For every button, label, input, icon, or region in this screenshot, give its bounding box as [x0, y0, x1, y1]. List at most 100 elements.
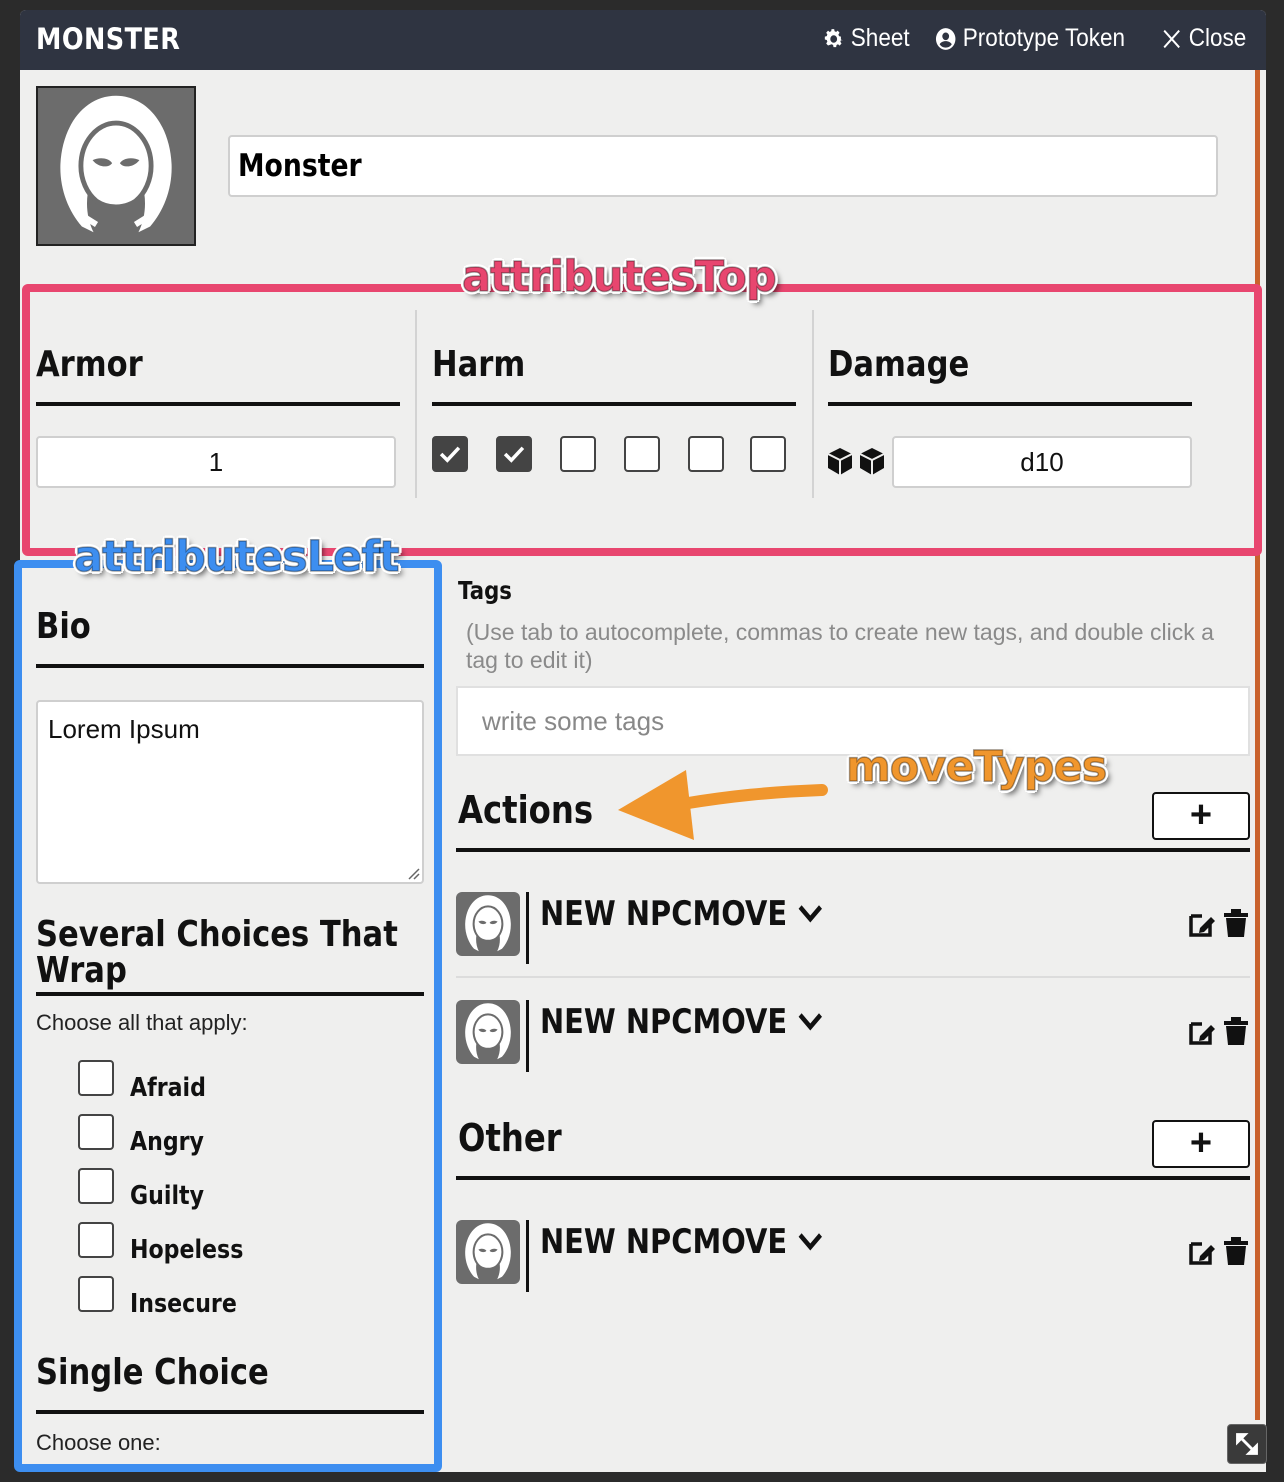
chevron-down-icon — [798, 1013, 822, 1031]
bio-label: Bio — [36, 606, 91, 647]
actions-header: Actions — [458, 788, 594, 832]
trash-icon[interactable] — [1222, 908, 1250, 938]
single-choice-rule — [36, 1410, 424, 1414]
trash-icon[interactable] — [1222, 1236, 1250, 1266]
choice-guilty[interactable]: Guilty — [78, 1168, 217, 1211]
window-title: MONSTER — [36, 22, 181, 56]
tags-placeholder: write some tags — [482, 706, 665, 736]
tags-help-text: (Use tab to autocomplete, commas to crea… — [466, 618, 1256, 674]
scrollbar[interactable] — [1255, 70, 1260, 1420]
chevron-down-icon — [798, 1233, 822, 1251]
resize-grip-icon[interactable] — [406, 866, 420, 880]
harm-checkbox-5[interactable] — [688, 436, 724, 472]
hooded-figure-icon — [60, 95, 172, 233]
actor-name-value: Monster — [238, 148, 362, 184]
edit-icon[interactable] — [1188, 908, 1216, 938]
choice-label: Angry — [130, 1127, 204, 1157]
single-choice-instruction: Choose one: — [36, 1430, 161, 1455]
move-item[interactable]: NEW NPCMOVE — [456, 892, 1250, 982]
expand-icon — [1236, 1433, 1258, 1455]
harm-label: Harm — [432, 344, 526, 385]
trash-icon[interactable] — [1222, 1016, 1250, 1046]
harm-checkbox-6[interactable] — [750, 436, 786, 472]
move-controls — [1188, 908, 1250, 938]
choice-label: Guilty — [130, 1181, 205, 1211]
choice-hopeless[interactable]: Hopeless — [78, 1222, 263, 1265]
several-choices-instruction: Choose all that apply: — [36, 1010, 248, 1035]
choice-afraid[interactable]: Afraid — [78, 1060, 219, 1103]
move-item[interactable]: NEW NPCMOVE — [456, 1220, 1250, 1310]
hooded-figure-icon — [465, 1223, 511, 1280]
choice-checkbox[interactable] — [78, 1222, 114, 1258]
move-divider — [526, 892, 529, 964]
edit-icon[interactable] — [1188, 1236, 1216, 1266]
single-choice-label: Single Choice — [36, 1352, 269, 1393]
window-titlebar[interactable]: MONSTER Sheet Prototype Token Close — [20, 10, 1266, 70]
close-button[interactable]: Close — [1160, 24, 1246, 53]
choice-label: Hopeless — [130, 1235, 244, 1265]
move-icon[interactable] — [456, 1220, 520, 1284]
prototype-token-button[interactable]: Prototype Token — [934, 24, 1125, 53]
move-item[interactable]: NEW NPCMOVE — [456, 1000, 1250, 1090]
move-icon[interactable] — [456, 1000, 520, 1064]
bio-rule — [36, 664, 424, 668]
dice-icon[interactable] — [826, 446, 886, 478]
move-icon[interactable] — [456, 892, 520, 956]
harm-checkbox-2[interactable] — [496, 436, 532, 472]
move-controls — [1188, 1016, 1250, 1046]
move-divider — [526, 1000, 529, 1072]
bio-textarea[interactable]: Lorem Ipsum — [36, 700, 424, 884]
sheet-button[interactable]: Sheet — [822, 24, 910, 53]
add-action-button[interactable]: + — [1152, 792, 1250, 840]
window-resize-button[interactable] — [1227, 1424, 1267, 1464]
harm-checkbox-1[interactable] — [432, 436, 468, 472]
several-choices-rule — [36, 992, 424, 996]
chevron-down-icon — [798, 905, 822, 923]
choice-checkbox[interactable] — [78, 1168, 114, 1204]
divider — [812, 310, 814, 498]
damage-input[interactable]: d10 — [892, 436, 1192, 488]
other-header: Other — [458, 1116, 562, 1160]
move-controls — [1188, 1236, 1250, 1266]
move-name[interactable]: NEW NPCMOVE — [540, 1222, 823, 1262]
damage-rule — [828, 402, 1192, 406]
armor-input[interactable]: 1 — [36, 436, 396, 488]
sheet-label: Sheet — [850, 24, 910, 52]
actions-rule — [456, 848, 1250, 852]
several-choices-label-line1: Several Choices That — [36, 914, 398, 955]
check-icon — [503, 446, 525, 463]
damage-label: Damage — [828, 344, 970, 385]
move-name[interactable]: NEW NPCMOVE — [540, 894, 823, 934]
add-other-button[interactable]: + — [1152, 1120, 1250, 1168]
move-name-text: NEW NPCMOVE — [540, 894, 788, 934]
bio-value: Lorem Ipsum — [48, 714, 200, 744]
close-icon — [1163, 29, 1180, 48]
prototype-token-label: Prototype Token — [962, 24, 1125, 52]
tags-label: Tags — [458, 576, 512, 605]
choice-checkbox[interactable] — [78, 1060, 114, 1096]
choice-insecure[interactable]: Insecure — [78, 1276, 256, 1319]
check-icon — [439, 446, 461, 463]
move-separator — [456, 976, 1250, 978]
divider — [415, 310, 417, 498]
hooded-figure-icon — [465, 895, 511, 952]
choice-checkbox[interactable] — [78, 1276, 114, 1312]
tags-help-line2: tag to edit it) — [466, 647, 593, 673]
armor-label: Armor — [36, 344, 143, 385]
annotation-arrow-icon — [618, 770, 828, 840]
choice-label: Afraid — [130, 1073, 206, 1103]
move-name[interactable]: NEW NPCMOVE — [540, 1002, 823, 1042]
choice-checkbox[interactable] — [78, 1114, 114, 1150]
actor-portrait[interactable] — [36, 86, 196, 246]
actor-name-input[interactable]: Monster — [228, 135, 1218, 197]
edit-icon[interactable] — [1188, 1016, 1216, 1046]
choice-label: Insecure — [130, 1289, 237, 1319]
choice-angry[interactable]: Angry — [78, 1114, 217, 1157]
hooded-figure-icon — [465, 1003, 511, 1060]
move-name-text: NEW NPCMOVE — [540, 1002, 788, 1042]
move-types-annotation-label: moveTypes — [845, 741, 1108, 793]
move-name-text: NEW NPCMOVE — [540, 1222, 788, 1262]
attributes-top-annotation-box — [22, 284, 1262, 556]
harm-checkbox-4[interactable] — [624, 436, 660, 472]
harm-checkbox-3[interactable] — [560, 436, 596, 472]
